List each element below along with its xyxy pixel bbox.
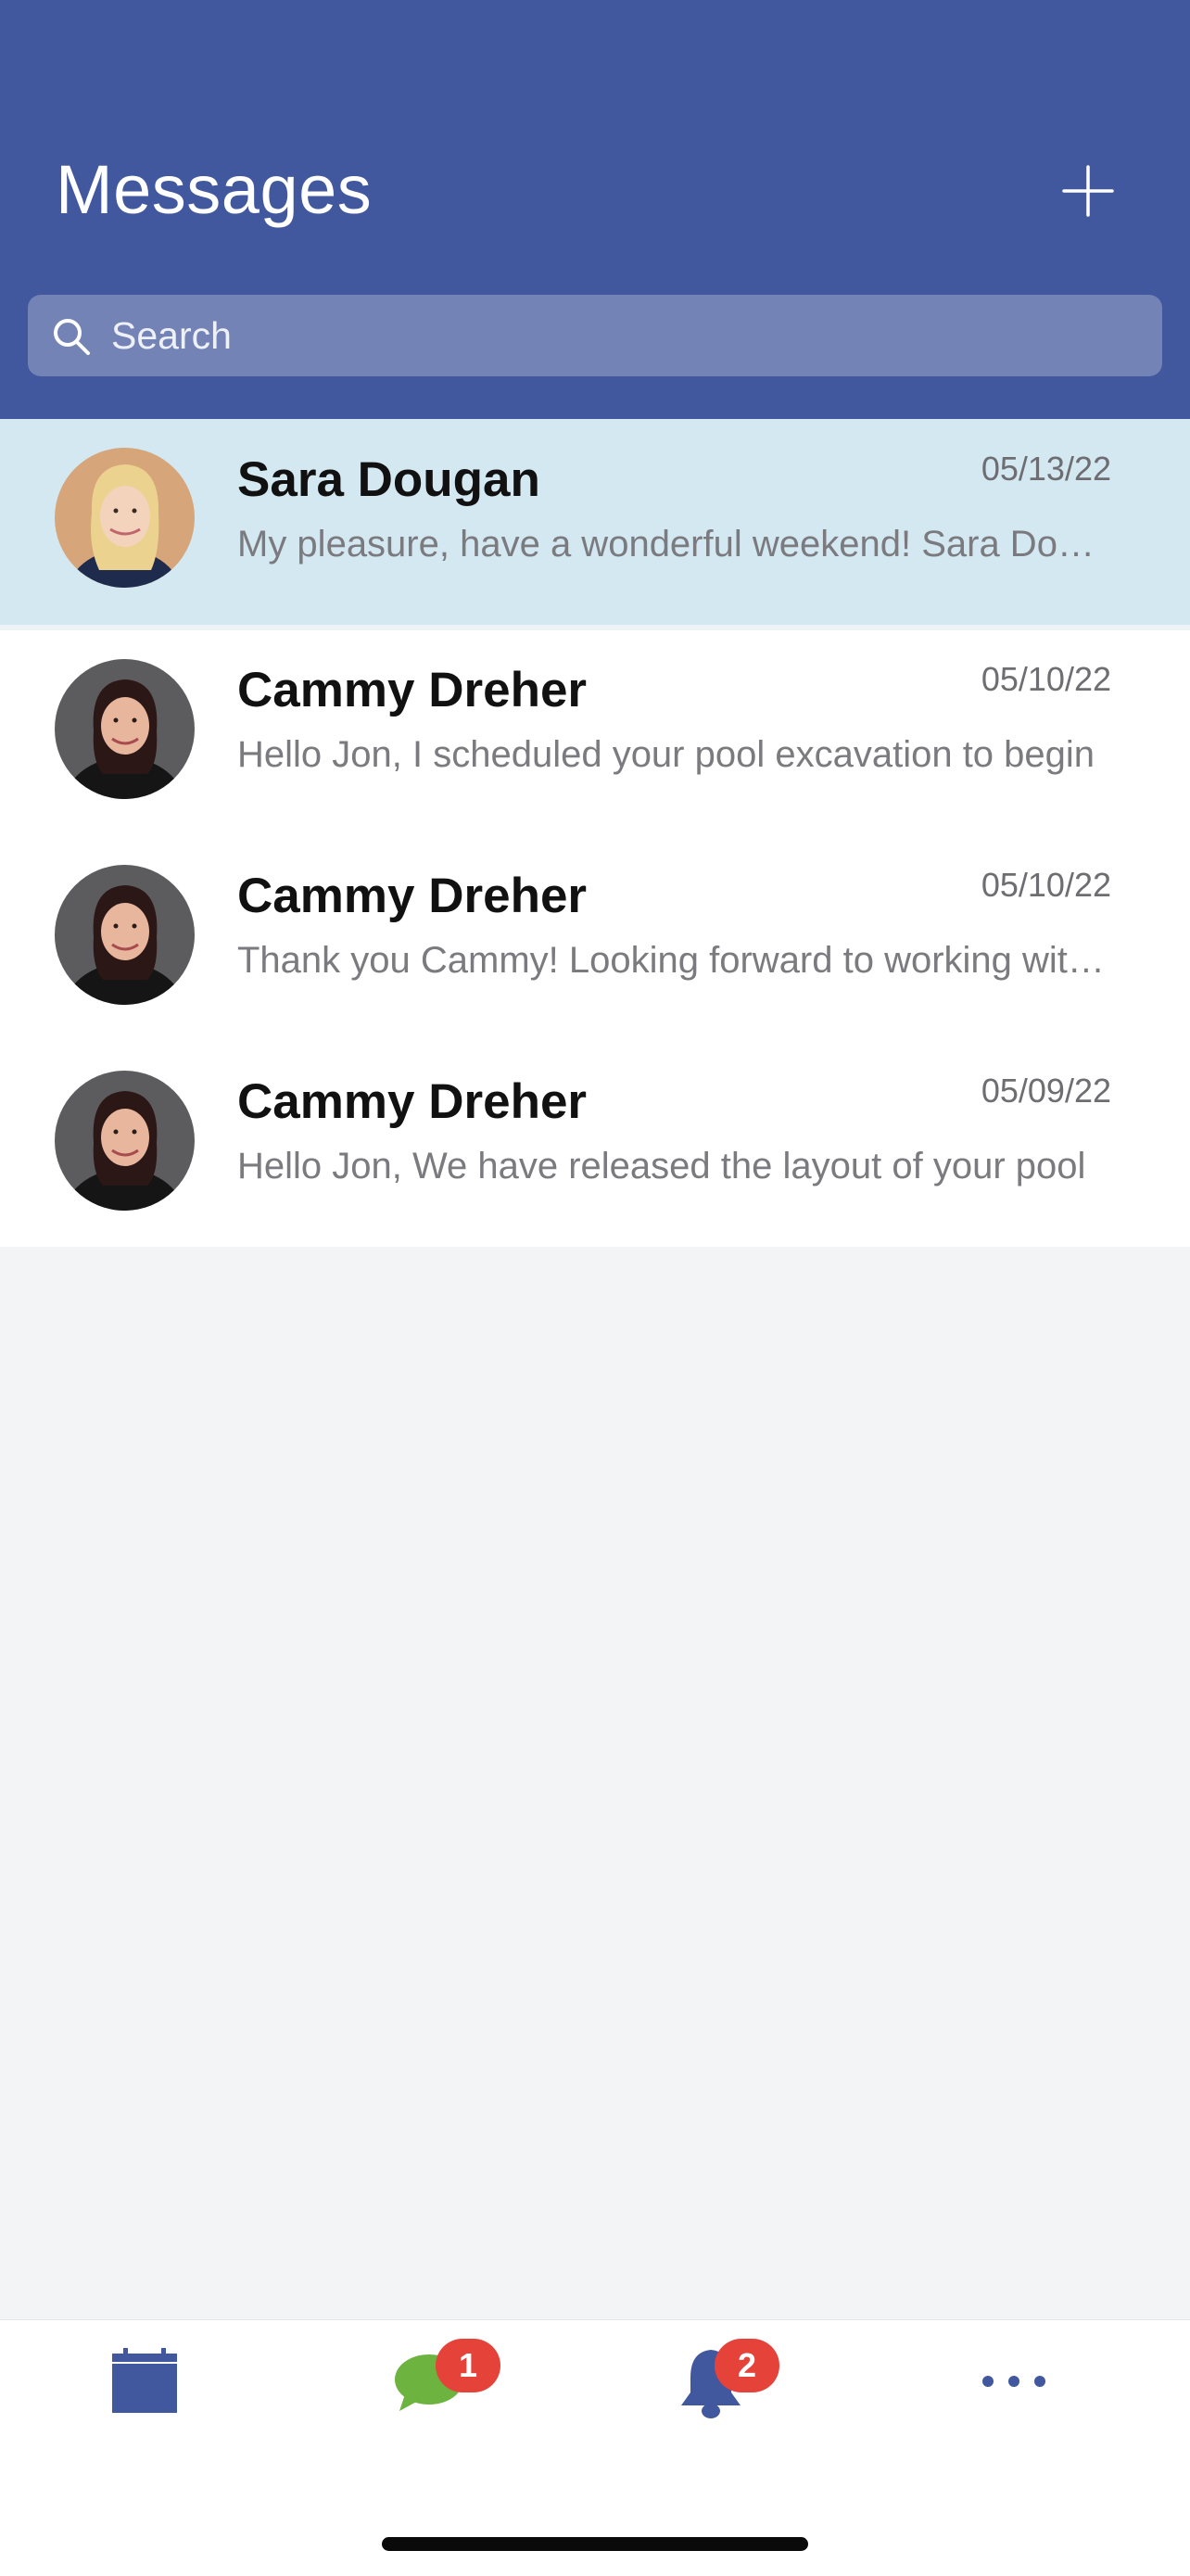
home-indicator xyxy=(382,2537,808,2551)
plus-icon xyxy=(1062,165,1114,217)
tab-calendar[interactable] xyxy=(52,2320,237,2459)
avatar xyxy=(55,448,195,588)
message-preview: Hello Jon, We have released the layout o… xyxy=(237,1146,1086,1186)
conversation-item-cammy-dreher[interactable]: Cammy Dreher 05/09/22 Hello Jon, We have… xyxy=(0,1043,1190,1249)
notifications-badge: 2 xyxy=(715,2339,779,2392)
more-dots-icon xyxy=(982,2376,1045,2387)
message-preview: Hello Jon, I scheduled your pool excavat… xyxy=(237,734,1095,775)
search-icon xyxy=(54,319,90,355)
avatar xyxy=(55,1071,195,1211)
tab-more[interactable] xyxy=(918,2320,1103,2459)
tab-messages[interactable]: 1 xyxy=(336,2320,522,2459)
contact-name: Sara Dougan xyxy=(237,452,540,507)
search-bar[interactable] xyxy=(28,295,1162,376)
page-title: Messages xyxy=(56,151,373,228)
new-message-button[interactable] xyxy=(1055,158,1121,224)
message-date: 05/10/22 xyxy=(981,866,1111,904)
conversation-item-cammy-dreher[interactable]: Cammy Dreher 05/10/22 Hello Jon, I sched… xyxy=(0,631,1190,837)
message-preview: My pleasure, have a wonderful weekend! S… xyxy=(237,524,1112,565)
avatar xyxy=(55,659,195,799)
header-bar: Messages xyxy=(0,0,1190,419)
row-divider xyxy=(0,625,1190,630)
calendar-icon xyxy=(112,2348,177,2413)
message-date: 05/09/22 xyxy=(981,1072,1111,1110)
tab-notifications[interactable]: 2 xyxy=(618,2320,804,2459)
search-input[interactable] xyxy=(111,295,1140,376)
message-preview: Thank you Cammy! Looking forward to work… xyxy=(237,940,1112,981)
contact-name: Cammy Dreher xyxy=(237,869,588,923)
message-date: 05/10/22 xyxy=(981,660,1111,698)
message-list: Sara Dougan 05/13/22 My pleasure, have a… xyxy=(0,419,1190,1247)
conversation-item-cammy-dreher[interactable]: Cammy Dreher 05/10/22 Thank you Cammy! L… xyxy=(0,837,1190,1043)
contact-name: Cammy Dreher xyxy=(237,1074,588,1129)
avatar xyxy=(55,865,195,1005)
messages-badge: 1 xyxy=(436,2339,500,2392)
contact-name: Cammy Dreher xyxy=(237,663,588,717)
conversation-item-sara-dougan[interactable]: Sara Dougan 05/13/22 My pleasure, have a… xyxy=(0,419,1190,630)
message-date: 05/13/22 xyxy=(981,450,1111,488)
